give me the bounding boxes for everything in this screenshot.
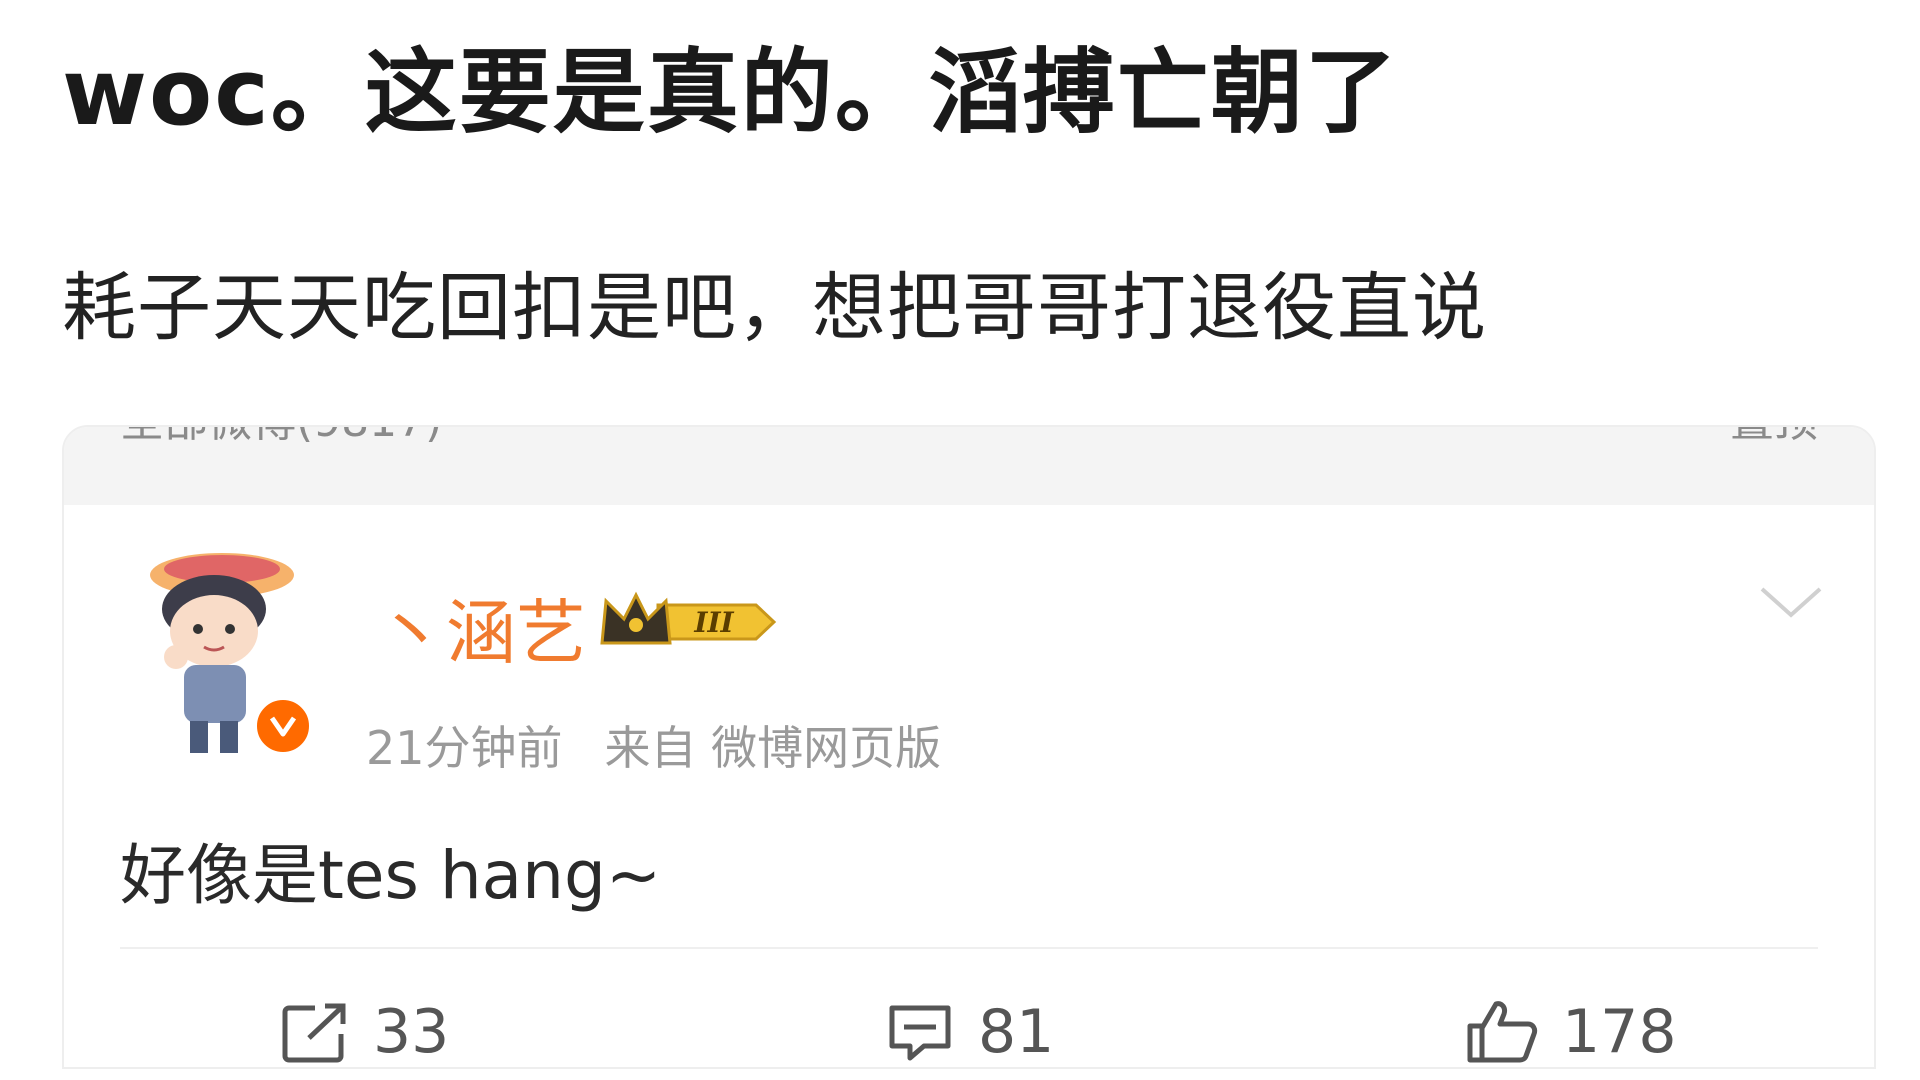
weibo-screenshot: woc。这要是真的。滔搏亡朝了 耗子天天吃回扣是吧，想把哥哥打退役直说 全部微博… — [0, 0, 1920, 1080]
comment-text: 好像是tes hang~ — [120, 837, 662, 914]
all-weibo-tab[interactable]: 全部微博(9817) — [120, 427, 442, 447]
quoted-weibo-card[interactable]: 全部微博(9817) 置顶 — [62, 425, 1876, 1069]
divider — [120, 947, 1818, 949]
pinned-label: 置顶 — [1730, 427, 1818, 447]
comment-count: 81 — [978, 997, 1055, 1067]
post-time: 21分钟前 — [366, 721, 563, 775]
repost-count: 33 — [373, 997, 450, 1067]
like-icon — [1467, 1001, 1538, 1063]
repost-icon — [282, 1003, 346, 1063]
like-count: 178 — [1562, 997, 1677, 1067]
chevron-down-icon[interactable] — [1756, 577, 1826, 627]
repost-button[interactable]: 33 — [279, 987, 450, 1067]
comment-button[interactable]: 81 — [884, 987, 1055, 1067]
crown-icon[interactable]: III — [596, 587, 781, 657]
post-subline: 耗子天天吃回扣是吧，想把哥哥打退役直说 — [62, 265, 1487, 351]
vip-level-label: III — [693, 606, 734, 639]
post-headline: woc。这要是真的。滔搏亡朝了 — [62, 39, 1399, 146]
comment-icon — [889, 1005, 951, 1061]
card-topbar: 全部微博(9817) 置顶 — [64, 427, 1874, 505]
verified-icon — [252, 695, 314, 757]
like-button[interactable]: 178 — [1464, 987, 1677, 1067]
post-source: 来自 微博网页版 — [604, 721, 942, 775]
post-meta: 21分钟前 来自 微博网页版 — [366, 712, 941, 778]
username[interactable]: 丶涵艺 — [376, 577, 586, 678]
